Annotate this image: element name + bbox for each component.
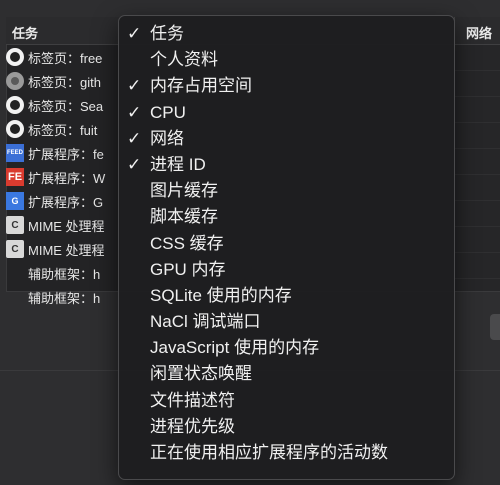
network-cell <box>454 71 500 97</box>
task-label: MIME 处理程 <box>28 242 105 258</box>
github-icon <box>6 48 24 66</box>
network-cell <box>454 227 500 253</box>
document-icon: C <box>6 240 24 258</box>
menu-item-label: 脚本缓存 <box>150 207 218 227</box>
task-label: 辅助框架：h <box>28 290 101 306</box>
column-header-network[interactable]: 网络 <box>466 23 492 42</box>
task-label: 扩展程序：W <box>28 170 106 186</box>
menu-item-process-priority[interactable]: 进程优先级 <box>119 414 454 440</box>
menu-item-label: JavaScript 使用的内存 <box>150 338 320 358</box>
menu-item-label: 文件描述符 <box>150 390 235 410</box>
task-label: 扩展程序：fe <box>28 146 104 162</box>
menu-item-label: 网络 <box>150 128 184 148</box>
menu-item-label: 任务 <box>150 24 184 43</box>
menu-item-label: 正在使用相应扩展程序的活动数 <box>150 443 388 462</box>
menu-item-javascript-memory[interactable]: JavaScript 使用的内存 <box>119 335 454 361</box>
menu-item-cpu[interactable]: ✓ CPU <box>119 100 454 126</box>
menu-item-label: 闲置状态唤醒 <box>150 364 252 384</box>
network-cell <box>454 123 500 149</box>
menu-item-memory-footprint[interactable]: ✓ 内存占用空间 <box>119 73 454 99</box>
blank-icon <box>6 288 24 306</box>
menu-item-process-id[interactable]: ✓ 进程 ID <box>119 152 454 178</box>
menu-item-image-cache[interactable]: 图片缓存 <box>119 178 454 204</box>
checkmark-icon: ✓ <box>127 128 142 148</box>
menu-item-label: SQLite 使用的内存 <box>150 285 292 305</box>
menu-item-label: CSS 缓存 <box>150 233 224 253</box>
checkmark-icon: ✓ <box>127 154 142 174</box>
menu-item-label: NaCl 调试端口 <box>150 312 261 332</box>
feed-extension-icon: FEED <box>6 144 24 162</box>
task-label: 辅助框架：h <box>28 266 101 282</box>
menu-item-idle-wakeups[interactable]: 闲置状态唤醒 <box>119 361 454 387</box>
network-cell <box>454 149 500 175</box>
network-cell <box>454 97 500 123</box>
menu-item-sqlite-memory[interactable]: SQLite 使用的内存 <box>119 283 454 309</box>
menu-item-file-descriptors[interactable]: 文件描述符 <box>119 388 454 414</box>
menu-item-css-cache[interactable]: CSS 缓存 <box>119 231 454 257</box>
network-cell <box>454 45 500 71</box>
google-translate-icon: G <box>6 192 24 210</box>
blank-icon <box>6 264 24 282</box>
document-icon: C <box>6 216 24 234</box>
task-label: 标签页：gith <box>28 74 101 90</box>
menu-item-nacl-debug-port[interactable]: NaCl 调试端口 <box>119 309 454 335</box>
globe-icon <box>6 72 24 90</box>
menu-item-keepalive-count[interactable]: 正在使用相应扩展程序的活动数 <box>119 440 454 466</box>
checkmark-icon: ✓ <box>127 24 142 43</box>
menu-item-profile[interactable]: 个人资料 <box>119 47 454 73</box>
task-label: MIME 处理程 <box>28 218 105 234</box>
menu-item-label: 进程优先级 <box>150 416 235 436</box>
network-column-cells <box>454 45 500 291</box>
fe-extension-icon: FE <box>6 168 24 186</box>
github-icon <box>6 96 24 114</box>
end-process-button[interactable] <box>490 314 500 340</box>
checkmark-icon: ✓ <box>127 102 142 122</box>
menu-item-label: CPU <box>150 102 186 122</box>
task-label: 标签页：fuit <box>28 122 98 138</box>
menu-item-label: 内存占用空间 <box>150 76 252 96</box>
checkmark-icon: ✓ <box>127 76 142 96</box>
network-cell <box>454 201 500 227</box>
menu-item-gpu-memory[interactable]: GPU 内存 <box>119 257 454 283</box>
menu-item-task[interactable]: ✓ 任务 <box>119 21 454 47</box>
network-cell <box>454 253 500 279</box>
task-label: 标签页：Sea <box>28 98 104 114</box>
task-label: 标签页：free <box>28 50 103 66</box>
column-header-task[interactable]: 任务 <box>12 23 38 42</box>
menu-item-label: GPU 内存 <box>150 259 226 279</box>
menu-item-label: 图片缓存 <box>150 181 218 201</box>
menu-item-network[interactable]: ✓ 网络 <box>119 126 454 152</box>
github-icon <box>6 120 24 138</box>
column-context-menu: ✓ 任务 个人资料 ✓ 内存占用空间 ✓ CPU ✓ 网络 ✓ 进程 ID 图片… <box>118 15 455 480</box>
network-cell <box>454 175 500 201</box>
task-label: 扩展程序：G <box>28 194 104 210</box>
menu-item-label: 个人资料 <box>150 50 218 70</box>
menu-item-label: 进程 ID <box>150 154 206 174</box>
menu-item-script-cache[interactable]: 脚本缓存 <box>119 204 454 230</box>
